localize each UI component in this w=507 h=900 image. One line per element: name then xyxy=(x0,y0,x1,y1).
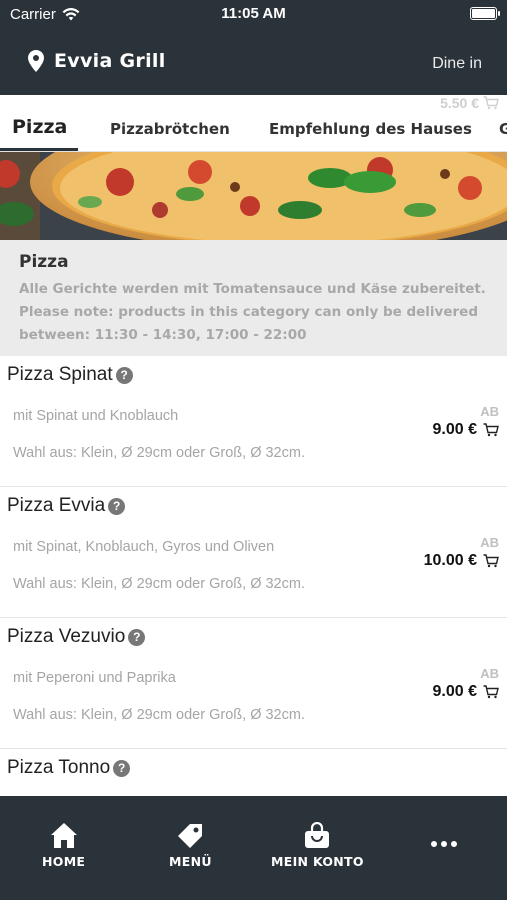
product-name-row: Pizza Tonno ? xyxy=(7,757,131,779)
add-to-cart-button[interactable]: 10.00 € xyxy=(424,552,499,570)
category-hero-image xyxy=(0,152,507,240)
pizza-image xyxy=(0,152,507,240)
nav-home-label: HOME xyxy=(42,854,86,869)
nav-account[interactable]: MEIN KONTO xyxy=(271,822,364,869)
status-bar: Carrier 11:05 AM xyxy=(0,0,507,30)
product-item[interactable]: Pizza Tonno ? xyxy=(0,749,507,796)
info-icon[interactable]: ? xyxy=(115,366,133,384)
restaurant-name: Evvia Grill xyxy=(54,50,166,72)
more-icon xyxy=(431,841,457,847)
info-icon[interactable]: ? xyxy=(108,497,126,515)
nav-menu-label: MENÜ xyxy=(169,854,212,869)
product-price: 10.00 € xyxy=(423,552,477,569)
tab-next-category[interactable]: G xyxy=(499,120,507,138)
price-prefix: AB xyxy=(480,404,499,419)
product-item[interactable]: Pizza Vezuvio ? mit Peperoni und Paprika… xyxy=(0,618,507,749)
product-name: Pizza Spinat xyxy=(7,364,113,385)
product-description: mit Spinat, Knoblauch, Gyros und Oliven xyxy=(13,539,275,555)
nav-more[interactable] xyxy=(430,840,458,848)
tab-pizzabroetchen[interactable]: Pizzabrötchen xyxy=(110,120,230,138)
tag-icon xyxy=(178,824,203,848)
nav-menu[interactable]: MENÜ xyxy=(169,822,212,869)
product-name: Pizza Tonno xyxy=(7,757,111,778)
tab-pizza[interactable]: Pizza xyxy=(12,116,67,138)
bag-icon xyxy=(305,822,330,848)
category-description-line: Please note: products in this category c… xyxy=(19,304,478,320)
restaurant-brand[interactable]: Evvia Grill xyxy=(28,50,166,72)
add-to-cart-button[interactable]: 9.00 € xyxy=(433,421,499,439)
tab-empfehlung-des-hauses[interactable]: Empfehlung des Hauses xyxy=(269,120,472,138)
product-name: Pizza Evvia xyxy=(7,495,106,516)
app-header: Carrier 11:05 AM Evvia Grill Dine in xyxy=(0,0,507,95)
cart-total: 5.50 € xyxy=(440,95,479,111)
add-to-cart-button[interactable]: 9.00 € xyxy=(433,683,499,701)
bottom-navigation: HOME MENÜ MEIN KONTO xyxy=(0,796,507,900)
product-item[interactable]: Pizza Spinat ? mit Spinat und Knoblauch … xyxy=(0,356,507,487)
product-name-row: Pizza Vezuvio ? xyxy=(7,626,146,648)
cart-icon xyxy=(483,96,499,110)
cart-icon xyxy=(483,685,499,699)
cart-total-ghost: 5.50 € xyxy=(440,95,499,111)
product-price: 9.00 € xyxy=(432,683,477,700)
product-options: Wahl aus: Klein, Ø 29cm oder Groß, Ø 32c… xyxy=(13,445,305,461)
nav-home[interactable]: HOME xyxy=(42,822,85,869)
active-tab-indicator xyxy=(0,148,78,151)
info-icon[interactable]: ? xyxy=(113,759,131,777)
location-pin-icon xyxy=(28,50,44,72)
product-name: Pizza Vezuvio xyxy=(7,626,126,647)
category-description: Alle Gerichte werden mit Tomatensauce un… xyxy=(19,278,488,347)
dine-in-toggle[interactable]: Dine in xyxy=(432,55,482,73)
price-prefix: AB xyxy=(480,535,499,550)
home-icon xyxy=(50,823,77,848)
product-item[interactable]: Pizza Evvia ? mit Spinat, Knoblauch, Gyr… xyxy=(0,487,507,618)
product-price: 9.00 € xyxy=(432,421,477,438)
category-tabs: 5.50 € Pizza Pizzabrötchen Empfehlung de… xyxy=(0,95,507,152)
product-options: Wahl aus: Klein, Ø 29cm oder Groß, Ø 32c… xyxy=(13,576,305,592)
product-description: mit Peperoni und Paprika xyxy=(13,670,176,686)
product-name-row: Pizza Evvia ? xyxy=(7,495,126,517)
cart-icon xyxy=(483,554,499,568)
price-prefix: AB xyxy=(480,666,499,681)
status-time: 11:05 AM xyxy=(221,5,286,22)
category-description-line: Alle Gerichte werden mit Tomatensauce un… xyxy=(19,281,486,297)
info-icon[interactable]: ? xyxy=(128,628,146,646)
category-description-line: between: 11:30 - 14:30, 17:00 - 22:00 xyxy=(19,327,307,343)
nav-account-label: MEIN KONTO xyxy=(271,854,364,869)
product-description: mit Spinat und Knoblauch xyxy=(13,408,179,424)
category-title: Pizza xyxy=(19,252,69,272)
battery-icon xyxy=(470,7,500,20)
product-options: Wahl aus: Klein, Ø 29cm oder Groß, Ø 32c… xyxy=(13,707,305,723)
cart-icon xyxy=(483,423,499,437)
product-name-row: Pizza Spinat ? xyxy=(7,364,133,386)
category-header: Pizza Alle Gerichte werden mit Tomatensa… xyxy=(0,240,507,356)
